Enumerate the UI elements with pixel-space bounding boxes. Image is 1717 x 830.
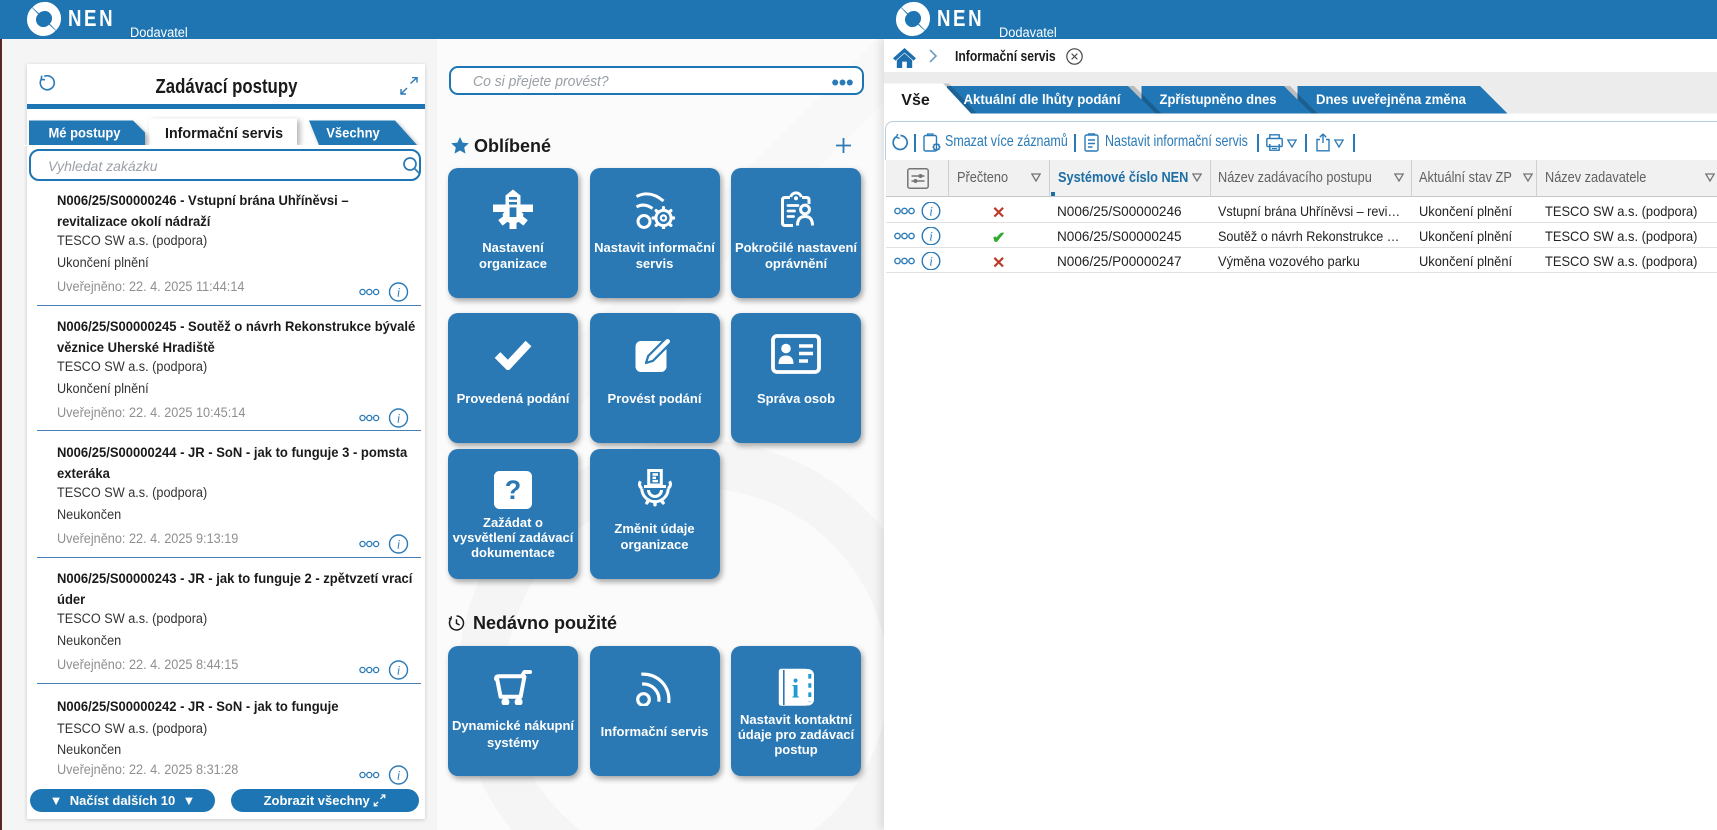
- svg-text:Vše: Vše: [901, 92, 930, 109]
- svg-text:Všechny: Všechny: [326, 126, 380, 141]
- svg-text:Aktuální dle lhůty podání: Aktuální dle lhůty podání: [964, 91, 1122, 107]
- svg-text:Zpřístupněno dnes: Zpřístupněno dnes: [1160, 91, 1277, 107]
- svg-text:Informační servis: Informační servis: [165, 125, 283, 142]
- svg-text:Dnes uveřejněna změna: Dnes uveřejněna změna: [1316, 91, 1466, 107]
- svg-text:Mé postupy: Mé postupy: [49, 125, 121, 141]
